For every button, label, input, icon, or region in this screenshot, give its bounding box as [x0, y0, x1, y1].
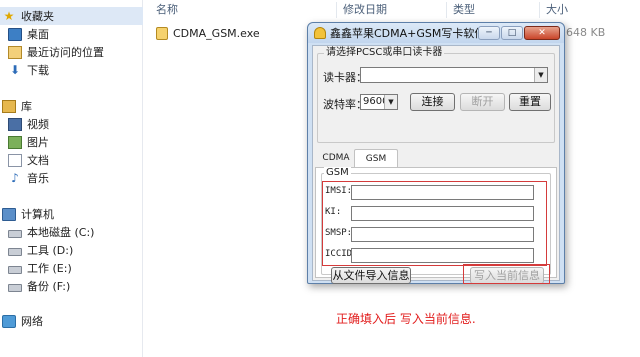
nav-item-downloads[interactable]: ⬇ 下载 [0, 61, 143, 79]
nav-item-recent-places[interactable]: 最近访问的位置 [0, 43, 143, 61]
nav-item-pictures[interactable]: 图片 [0, 133, 143, 151]
file-size: 648 KB [566, 26, 606, 39]
gsm-groupbox-label: GSM [324, 167, 351, 179]
nav-item-drive-e[interactable]: 工作 (E:) [0, 259, 143, 277]
nav-item-label: 工具 (D:) [27, 244, 74, 257]
nav-item-label: 收藏夹 [21, 10, 54, 23]
write-button-highlight-box [463, 264, 550, 284]
reader-select[interactable]: ▼ [360, 67, 548, 83]
nav-item-label: 备份 (F:) [27, 280, 71, 293]
window-title: 鑫鑫苹果CDMA+GSM写卡软件 [330, 27, 486, 40]
nav-item-videos[interactable]: 视频 [0, 115, 143, 133]
reader-groupbox-label: 请选择PCSC或串口读卡器 [324, 47, 445, 59]
window-client: 请选择PCSC或串口读卡器 读卡器： ▼ 波特率： 9600 ▼ 连接 断开 重… [312, 45, 560, 284]
window-titlebar[interactable]: 鑫鑫苹果CDMA+GSM写卡软件 ─ □ ✕ [308, 23, 564, 43]
app-window: 鑫鑫苹果CDMA+GSM写卡软件 ─ □ ✕ 请选择PCSC或串口读卡器 读卡器… [307, 22, 565, 284]
navigation-pane: ★ 收藏夹 桌面 最近访问的位置 ⬇ 下载 库 视频 图片 文档 ♪ 音乐 计算… [0, 0, 143, 357]
nav-item-computer[interactable]: 计算机 [0, 205, 143, 223]
nav-item-label: 计算机 [21, 208, 54, 221]
exe-file-icon [156, 26, 168, 40]
disconnect-button[interactable]: 断开 [460, 93, 505, 111]
import-from-file-button[interactable]: 从文件导入信息 [331, 267, 411, 284]
nav-item-network[interactable]: 网络 [0, 312, 143, 330]
drive-d-icon [8, 247, 22, 256]
nav-item-label: 桌面 [27, 28, 49, 41]
baud-rate-select[interactable]: 9600 ▼ [360, 94, 398, 110]
column-header-date[interactable]: 修改日期 [343, 0, 387, 20]
computer-icon [2, 207, 16, 221]
drive-c-icon [8, 229, 22, 238]
nav-item-drive-c[interactable]: 本地磁盘 (C:) [0, 223, 143, 241]
column-separator[interactable] [539, 2, 540, 18]
downloads-icon: ⬇ [9, 62, 21, 77]
nav-item-label: 网络 [21, 315, 43, 328]
tab-gsm[interactable]: GSM [354, 149, 398, 168]
chevron-down-icon[interactable]: ▼ [384, 95, 397, 109]
column-header-type[interactable]: 类型 [453, 0, 475, 20]
nav-item-label: 最近访问的位置 [27, 46, 104, 59]
nav-item-label: 视频 [27, 118, 49, 131]
nav-item-label: 音乐 [27, 172, 49, 185]
documents-icon [8, 153, 22, 167]
nav-item-favorites[interactable]: ★ 收藏夹 [0, 7, 143, 25]
music-icon: ♪ [11, 170, 19, 185]
favorites-star-icon: ★ [3, 8, 15, 23]
nav-item-label: 库 [21, 100, 32, 113]
tab-cdma[interactable]: CDMA [321, 149, 351, 168]
nav-item-label: 工作 (E:) [27, 262, 72, 275]
close-button[interactable]: ✕ [524, 26, 560, 40]
nav-item-music[interactable]: ♪ 音乐 [0, 169, 143, 187]
nav-item-label: 下载 [27, 64, 49, 77]
drive-f-icon [8, 283, 22, 292]
network-icon [2, 314, 16, 328]
maximize-button[interactable]: □ [501, 26, 523, 40]
column-header-size[interactable]: 大小 [546, 0, 568, 20]
nav-item-drive-d[interactable]: 工具 (D:) [0, 241, 143, 259]
pictures-icon [8, 135, 22, 149]
file-name: CDMA_GSM.exe [173, 26, 260, 40]
connect-button[interactable]: 连接 [410, 93, 455, 111]
desktop-icon [8, 27, 22, 41]
nav-item-documents[interactable]: 文档 [0, 151, 143, 169]
drive-e-icon [8, 265, 22, 274]
column-separator[interactable] [446, 2, 447, 18]
nav-item-label: 图片 [27, 136, 49, 149]
libraries-icon [2, 99, 16, 113]
instruction-caption: 正确填入后 写入当前信息. [336, 312, 476, 326]
nav-item-drive-f[interactable]: 备份 (F:) [0, 277, 143, 295]
chevron-down-icon[interactable]: ▼ [534, 68, 547, 82]
app-icon [314, 27, 326, 39]
videos-icon [8, 117, 22, 131]
fields-highlight-box [322, 181, 547, 266]
minimize-button[interactable]: ─ [478, 26, 500, 40]
reset-button[interactable]: 重置 [509, 93, 551, 111]
nav-item-desktop[interactable]: 桌面 [0, 25, 143, 43]
column-separator[interactable] [336, 2, 337, 18]
nav-item-libraries[interactable]: 库 [0, 97, 143, 115]
column-header-name[interactable]: 名称 [156, 0, 178, 20]
recent-places-icon [8, 45, 22, 59]
nav-item-label: 文档 [27, 154, 49, 167]
file-row[interactable]: CDMA_GSM.exe [156, 24, 260, 42]
nav-item-label: 本地磁盘 (C:) [27, 226, 95, 239]
